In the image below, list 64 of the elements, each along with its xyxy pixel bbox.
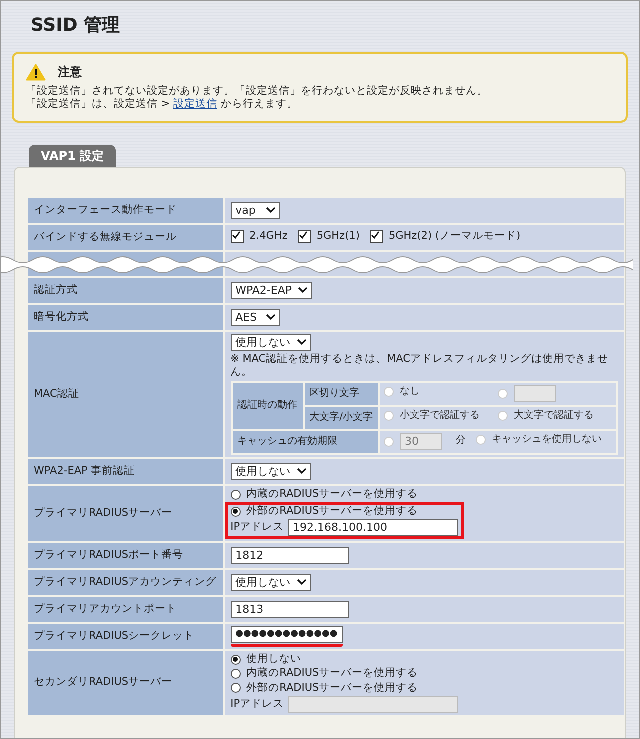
field-label: WPA2-EAP 事前認証 <box>28 459 225 484</box>
notice-heading: 注意 <box>58 64 82 80</box>
ip-label: IPアドレス <box>230 521 284 534</box>
sub-label: キャッシュの有効期限 <box>232 431 378 453</box>
input-field[interactable] <box>514 385 556 402</box>
field-label: インターフェース動作モード <box>28 198 225 223</box>
group-label: 認証時の動作 <box>232 383 303 429</box>
option-label: 外部のRADIUSサーバーを使用する <box>246 505 418 518</box>
chevron-down-icon <box>298 286 308 294</box>
dropdown[interactable]: vap <box>230 202 280 219</box>
dropdown[interactable]: 使用しない <box>230 463 311 480</box>
checkbox[interactable] <box>370 230 383 244</box>
dropdown[interactable]: WPA2-EAP <box>230 282 312 299</box>
radio-button[interactable] <box>230 506 241 517</box>
field-label: MAC認証 <box>28 332 225 457</box>
option-label: 小文字で認証する <box>400 410 480 423</box>
ip-address-field[interactable]: 192.168.100.100 <box>288 519 458 536</box>
dropdown[interactable]: 使用しない <box>230 574 311 592</box>
field-label: 認証方式 <box>28 278 225 303</box>
unit-label: 分 <box>456 435 466 448</box>
password-field[interactable]: ●●●●●●●●●●●●● <box>230 626 343 644</box>
checkbox[interactable] <box>298 230 311 244</box>
field-label: 暗号化方式 <box>28 304 225 330</box>
chevron-down-icon <box>266 314 276 321</box>
page-title: SSID 管理 <box>31 15 120 38</box>
option-label: 外部のRADIUSサーバーを使用する <box>246 682 418 695</box>
warning-icon <box>26 64 46 80</box>
dropdown[interactable]: AES <box>230 308 280 326</box>
option-label: 2.4GHz <box>250 230 288 244</box>
chevron-down-icon <box>296 468 307 475</box>
sub-label: 区切り文字 <box>304 383 378 405</box>
field-label: プライマリRADIUSアカウンティング <box>28 570 225 596</box>
option-label: 内蔵のRADIUSサーバーを使用する <box>246 667 418 680</box>
radio-button[interactable] <box>230 654 241 665</box>
sub-label: 大文字/小文字 <box>304 407 378 429</box>
chevron-down-icon <box>296 338 307 346</box>
chevron-down-icon <box>266 206 276 214</box>
radio-button[interactable] <box>230 490 241 500</box>
note-text: ※ MAC認証を使用するときは、MACアドレスフィルタリングは使用できません。 <box>230 352 610 379</box>
checkbox[interactable] <box>230 230 244 244</box>
field-label: プライマリアカウントポート <box>28 597 225 622</box>
option-label: 5GHz(1) <box>316 230 360 244</box>
chevron-down-icon <box>296 579 307 586</box>
settings-link[interactable]: 設定送信 <box>173 98 218 110</box>
field-label: バインドする無線モジュール <box>28 224 225 250</box>
radio-button[interactable] <box>230 668 241 679</box>
ip-label: IPアドレス <box>230 698 284 711</box>
option-label: キャッシュを使用しない <box>492 434 602 447</box>
notice-text: 「設定送信」は、設定送信 > 設定送信 から行えます。 <box>26 98 299 111</box>
notice-text: 「設定送信」されてない設定があります。「設定送信」を行わないと設定が反映されません。 <box>26 84 489 98</box>
input-field[interactable]: 1812 <box>230 547 349 564</box>
field-label: プライマリRADIUSポート番号 <box>28 543 225 568</box>
option-label: 使用しない <box>246 653 302 666</box>
field-label: セカンダリRADIUSサーバー <box>28 651 225 715</box>
input-field[interactable]: 1813 <box>230 601 349 618</box>
option-label: 大文字で認証する <box>514 410 594 423</box>
option-label: なし <box>400 386 420 399</box>
option-label: 5GHz(2) (ノーマルモード) <box>388 230 521 244</box>
field-label: プライマリRADIUSシークレット <box>28 624 225 650</box>
section-tab[interactable]: VAP1 設定 <box>29 144 116 167</box>
radio-button[interactable] <box>230 683 241 694</box>
field-label: プライマリRADIUSサーバー <box>28 486 225 542</box>
dropdown[interactable]: 使用しない <box>230 334 311 351</box>
option-label: 内蔵のRADIUSサーバーを使用する <box>246 488 418 502</box>
